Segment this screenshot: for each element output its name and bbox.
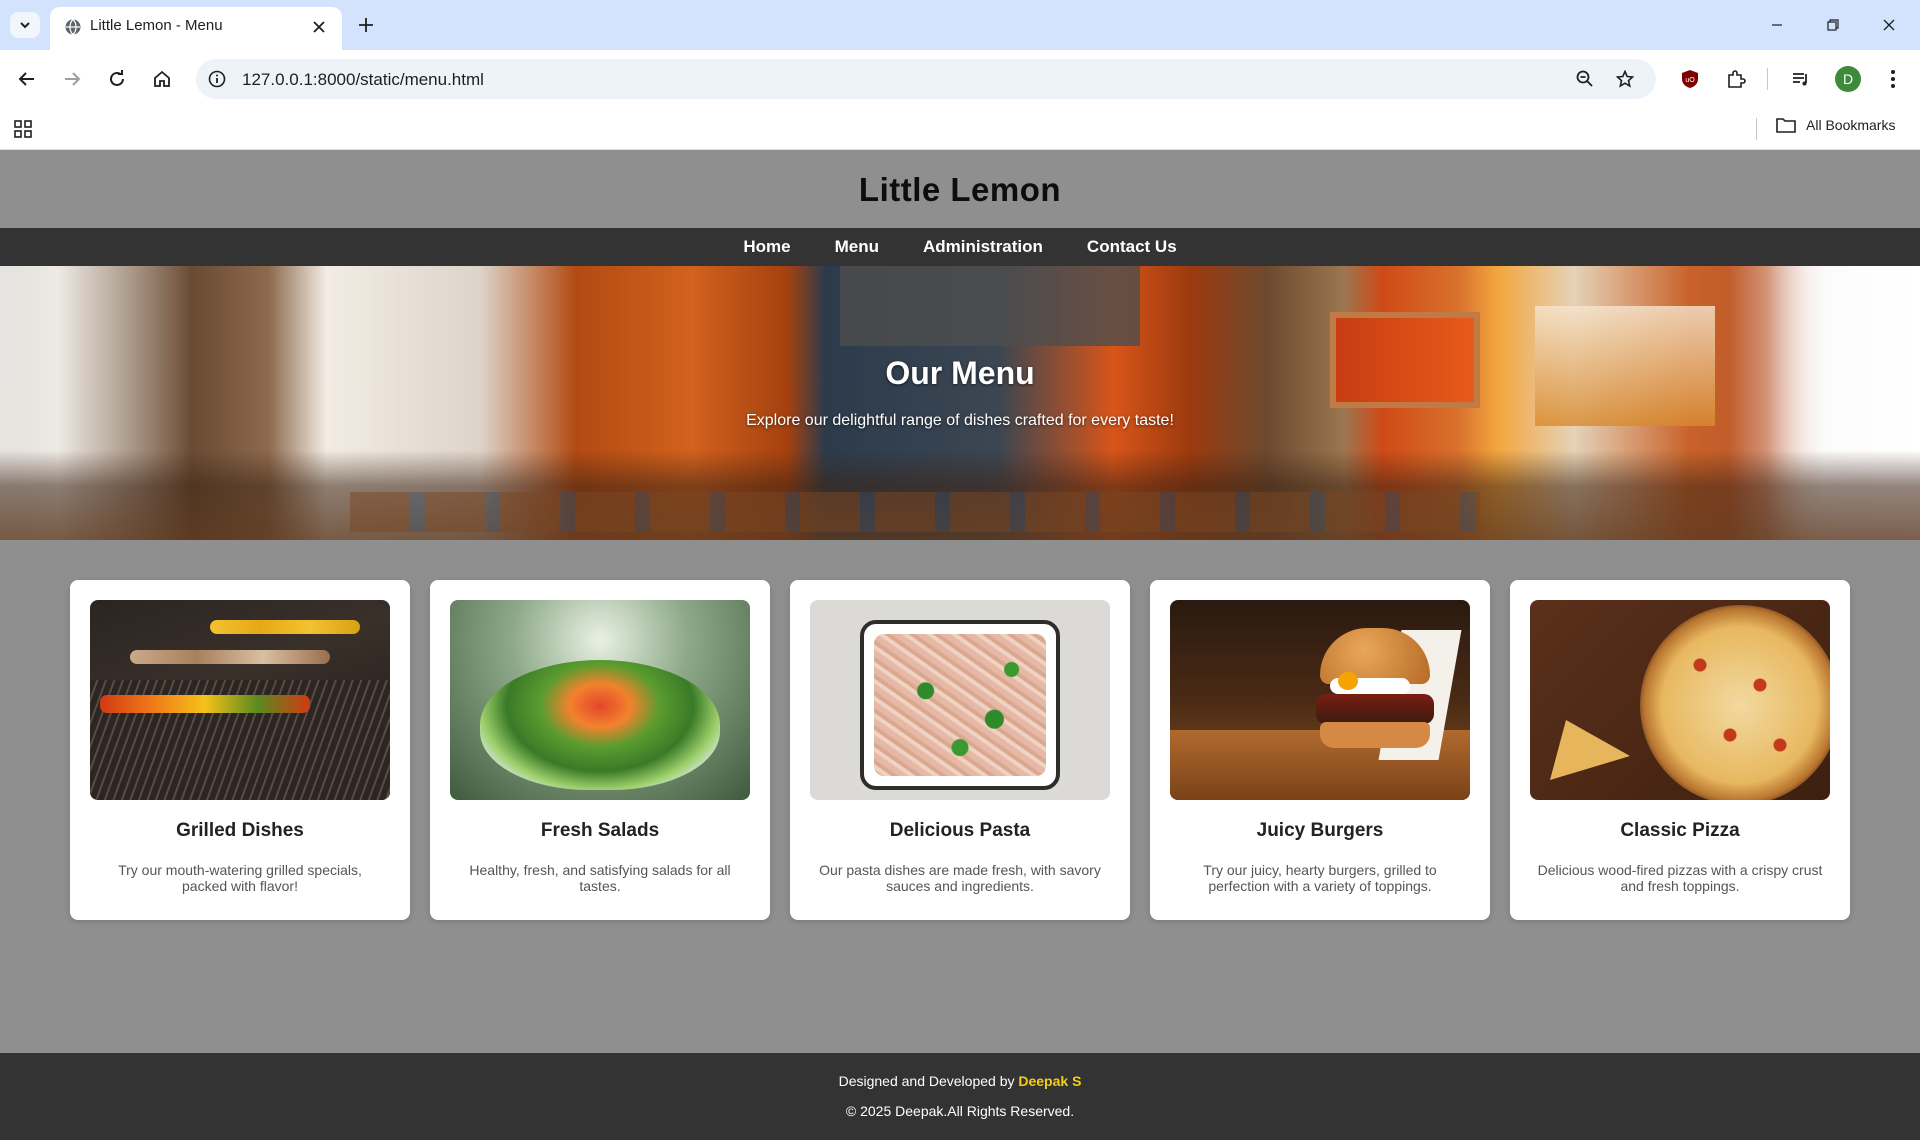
close-icon	[1883, 19, 1895, 31]
plus-icon	[359, 18, 373, 32]
url-text[interactable]: 127.0.0.1:8000/static/menu.html	[242, 70, 484, 90]
site-header: Little Lemon	[0, 151, 1920, 228]
reload-icon	[110, 70, 124, 86]
svg-text:uO: uO	[1685, 77, 1695, 84]
pizza-pie	[1640, 605, 1830, 800]
grill-skewer	[100, 695, 310, 713]
footer-designed-by: Designed and Developed by	[838, 1073, 1015, 1089]
card-title: Delicious Pasta	[889, 820, 1031, 841]
site-info-icon[interactable]	[206, 68, 228, 90]
ublock-extension-icon[interactable]: uO	[1675, 64, 1705, 94]
chrome-menu-icon[interactable]	[1878, 64, 1908, 94]
footer-credit: Designed and Developed by Deepak S	[0, 1073, 1920, 1089]
media-controls-icon[interactable]	[1786, 64, 1816, 94]
card-title: Classic Pizza	[1620, 820, 1740, 841]
restore-icon	[1827, 19, 1839, 31]
all-bookmarks-button[interactable]: All Bookmarks	[1776, 117, 1895, 133]
reload-button[interactable]	[102, 64, 132, 94]
card-description: Try our mouth-watering grilled specials,…	[118, 862, 362, 894]
page-content: Little Lemon Home Menu Administration Co…	[0, 151, 1920, 1140]
browser-tab-active[interactable]: Little Lemon - Menu	[50, 7, 342, 50]
pasta-food	[874, 634, 1046, 776]
site-nav: Home Menu Administration Contact Us	[0, 228, 1920, 266]
profile-avatar[interactable]: D	[1835, 66, 1861, 92]
all-bookmarks-label: All Bookmarks	[1806, 117, 1896, 133]
nav-link-contact[interactable]: Contact Us	[1087, 237, 1177, 257]
new-tab-button[interactable]	[352, 12, 380, 38]
close-window-button[interactable]	[1866, 10, 1912, 40]
card-title: Juicy Burgers	[1256, 820, 1384, 841]
site-footer: Designed and Developed by Deepak S © 202…	[0, 1053, 1920, 1140]
menu-card-salads: Fresh Salads Healthy, fresh, and satisfy…	[430, 580, 770, 920]
classic-pizza-image	[1530, 600, 1830, 800]
menu-card-pasta: Delicious Pasta Our pasta dishes are mad…	[790, 580, 1130, 920]
card-description: Delicious wood-fired pizzas with a crisp…	[1537, 862, 1823, 894]
burger-bun-bottom	[1320, 722, 1430, 748]
delicious-pasta-image	[810, 600, 1110, 800]
burger-yolk	[1338, 672, 1358, 690]
pizza-slice	[1550, 720, 1630, 780]
tab-close-icon[interactable]	[308, 16, 330, 38]
footer-copyright: © 2025 Deepak.All Rights Reserved.	[845, 1103, 1075, 1119]
grill-skewer	[210, 620, 360, 634]
hero-subtitle: Explore our delightful range of dishes c…	[746, 411, 1174, 429]
tab-search-button[interactable]	[10, 12, 40, 38]
hero-title: Our Menu	[885, 354, 1035, 391]
burger-patty	[1316, 694, 1434, 724]
card-description: Try our juicy, hearty burgers, grilled t…	[1203, 862, 1437, 894]
footer-author: Deepak S	[1018, 1073, 1082, 1089]
site-title: Little Lemon	[858, 170, 1062, 208]
browser-toolbar: 127.0.0.1:8000/static/menu.html uO D	[0, 50, 1920, 108]
hero-banner: Our Menu Explore our delightful range of…	[0, 266, 1920, 540]
menu-card-grilled: Grilled Dishes Try our mouth-watering gr…	[70, 580, 410, 920]
minimize-icon	[1772, 24, 1782, 26]
arrow-left-icon	[18, 72, 34, 86]
nav-link-administration[interactable]: Administration	[923, 237, 1043, 257]
bookmark-star-icon[interactable]	[1614, 68, 1636, 90]
address-bar[interactable]: 127.0.0.1:8000/static/menu.html	[196, 59, 1656, 99]
back-button[interactable]	[12, 64, 42, 94]
menu-card-pizza: Classic Pizza Delicious wood-fired pizza…	[1510, 580, 1850, 920]
fresh-salads-image	[450, 600, 750, 800]
chevron-down-icon	[20, 22, 30, 29]
nav-link-home[interactable]: Home	[743, 237, 790, 257]
juicy-burgers-image	[1170, 600, 1470, 800]
bookmarks-separator	[1756, 118, 1757, 140]
card-description: Healthy, fresh, and satisfying salads fo…	[469, 862, 731, 894]
home-icon	[154, 70, 170, 87]
toolbar-separator	[1767, 68, 1768, 90]
forward-button[interactable]	[57, 64, 87, 94]
minimize-button[interactable]	[1754, 10, 1800, 40]
salad-bowl	[480, 660, 720, 790]
grilled-dishes-image	[90, 600, 390, 800]
zoom-icon[interactable]	[1574, 68, 1596, 90]
bookmarks-bar: All Bookmarks	[0, 108, 1920, 150]
card-title: Fresh Salads	[540, 820, 660, 841]
menu-card-burgers: Juicy Burgers Try our juicy, hearty burg…	[1150, 580, 1490, 920]
browser-tabstrip: Little Lemon - Menu	[0, 0, 1920, 50]
extensions-puzzle-icon[interactable]	[1721, 64, 1751, 94]
card-description: Our pasta dishes are made fresh, with sa…	[819, 862, 1101, 894]
menu-cards: Grilled Dishes Try our mouth-watering gr…	[70, 580, 1850, 920]
hero-content: Our Menu Explore our delightful range of…	[0, 266, 1920, 540]
grill-skewer	[130, 650, 330, 664]
nav-link-menu[interactable]: Menu	[835, 237, 879, 257]
tab-title: Little Lemon - Menu	[90, 17, 223, 34]
apps-grid-icon[interactable]	[12, 118, 34, 140]
home-button[interactable]	[147, 64, 177, 94]
folder-icon	[1776, 118, 1796, 133]
card-title: Grilled Dishes	[176, 820, 304, 841]
globe-icon	[65, 19, 81, 35]
restore-button[interactable]	[1810, 10, 1856, 40]
arrow-right-icon	[65, 72, 81, 86]
